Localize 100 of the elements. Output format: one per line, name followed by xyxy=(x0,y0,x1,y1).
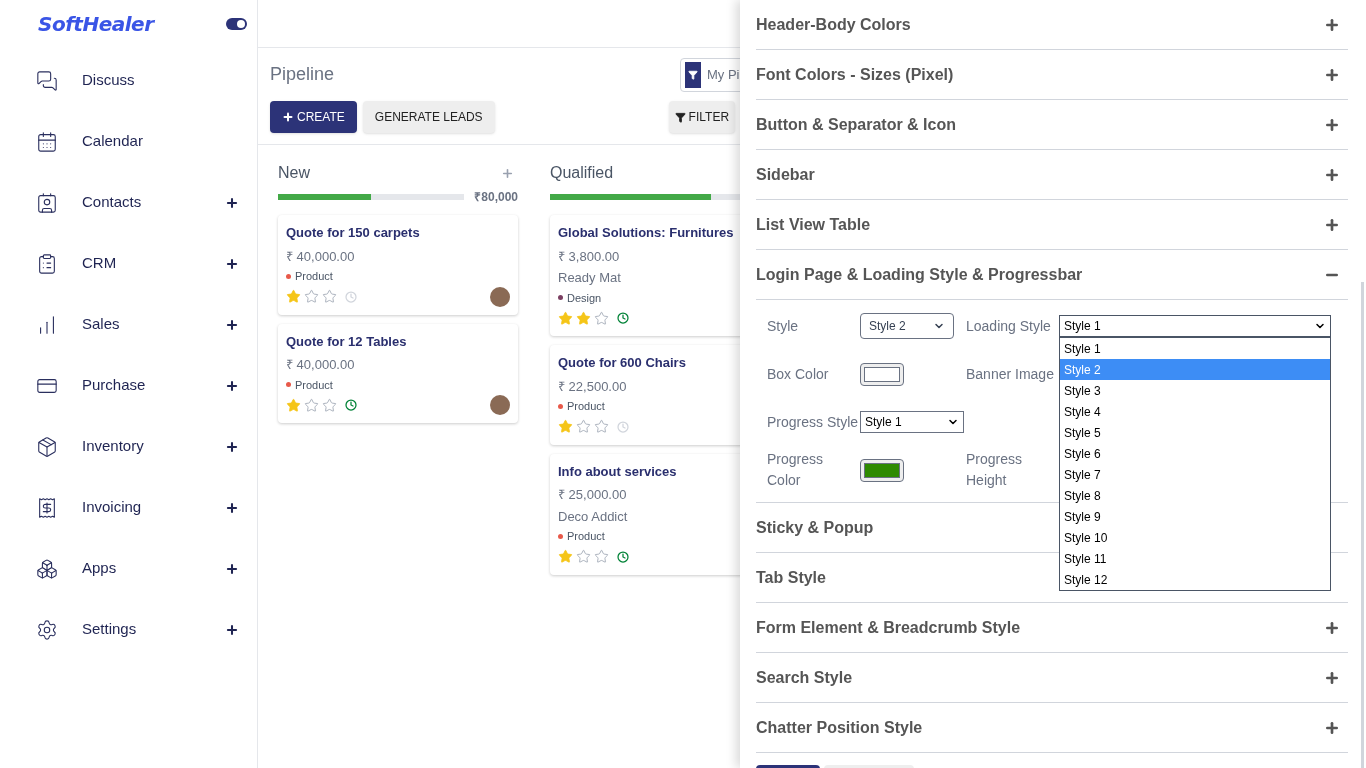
card-partner: Deco Addict xyxy=(558,507,629,526)
card-partner: Ready Mat xyxy=(558,269,622,287)
card-tag: Product xyxy=(295,376,333,393)
expand-icon[interactable] xyxy=(225,317,239,332)
scrollbar-thumb[interactable] xyxy=(1361,282,1364,768)
cubes-icon[interactable] xyxy=(36,557,58,580)
sidebar-item[interactable]: Purchase xyxy=(82,374,225,397)
dropdown-option[interactable]: Style 7 xyxy=(1060,464,1330,485)
card-title: Quote for 12 Tables xyxy=(286,332,408,351)
section-title[interactable]: List View Table xyxy=(756,212,871,237)
expand-icon[interactable] xyxy=(1324,66,1340,83)
expand-icon[interactable] xyxy=(1324,719,1340,736)
chat-bubbles-icon[interactable] xyxy=(36,69,58,92)
card-tag: Product xyxy=(567,398,605,415)
column-title: New xyxy=(278,163,310,183)
kanban-card[interactable]: Info about services ₹ 25,000.00 Deco Addict Product xyxy=(550,453,740,575)
dropdown-option[interactable]: Style 6 xyxy=(1060,443,1330,464)
field-label: Progress Style xyxy=(767,412,860,432)
expand-icon[interactable] xyxy=(1324,216,1340,233)
star-rating[interactable] xyxy=(558,310,609,326)
section-title[interactable]: Search Style xyxy=(756,665,853,690)
clipboard-icon[interactable] xyxy=(36,252,58,275)
expand-icon[interactable] xyxy=(1324,619,1340,636)
sidebar-item[interactable]: Contacts xyxy=(82,191,225,214)
clock-icon[interactable] xyxy=(617,550,629,563)
dropdown-option[interactable]: Style 9 xyxy=(1060,506,1330,527)
sidebar-item[interactable]: CRM xyxy=(82,252,225,275)
card-title: Global Solutions: Furnitures xyxy=(558,224,735,242)
color-swatch[interactable] xyxy=(860,362,904,386)
star-rating[interactable] xyxy=(558,419,609,434)
select-field[interactable]: Style 1 xyxy=(1059,315,1331,337)
box-icon[interactable] xyxy=(36,435,58,458)
dropdown-option[interactable]: Style 3 xyxy=(1060,380,1330,401)
section-title[interactable]: Form Element & Breadcrumb Style xyxy=(756,615,1021,640)
color-swatch[interactable] xyxy=(860,458,904,482)
section-title[interactable]: Sticky & Popup xyxy=(756,515,874,540)
kanban-card[interactable]: Global Solutions: Furnitures ₹ 3,800.00 Ready Mat Design xyxy=(550,215,740,336)
card-tag: Product xyxy=(295,268,333,285)
field-label: Loading Style xyxy=(966,316,1052,336)
sidebar-item[interactable]: Inventory xyxy=(82,435,225,458)
section-title[interactable]: Header-Body Colors xyxy=(756,12,911,37)
expand-icon[interactable] xyxy=(225,622,239,637)
dropdown-option[interactable]: Style 8 xyxy=(1060,485,1330,506)
field-label: Style xyxy=(767,316,800,336)
dropdown-option[interactable]: Style 1 xyxy=(1060,338,1330,359)
receipt-icon[interactable] xyxy=(36,496,58,519)
add-icon[interactable] xyxy=(501,166,514,180)
sidebar-item[interactable]: Apps xyxy=(82,557,225,580)
field-label: Progress Height xyxy=(966,450,1024,490)
kanban-card[interactable]: Quote for 12 Tables ₹ 40,000.00 Product xyxy=(278,323,518,423)
expand-icon[interactable] xyxy=(225,439,239,454)
card-amount: ₹ 40,000.00 xyxy=(286,247,356,266)
expand-icon[interactable] xyxy=(225,195,239,210)
star-rating[interactable] xyxy=(286,397,337,413)
card-tag: Design xyxy=(567,289,602,306)
dropdown-option[interactable]: Style 10 xyxy=(1060,527,1330,548)
card-title: Quote for 150 carpets xyxy=(286,224,421,242)
generate-leads-button[interactable]: GENERATE LEADS xyxy=(362,101,495,133)
dropdown-option[interactable]: Style 11 xyxy=(1060,548,1330,569)
select-field[interactable]: Style 1 xyxy=(860,411,964,433)
expand-icon[interactable] xyxy=(225,561,239,576)
dropdown-option[interactable]: Style 4 xyxy=(1060,401,1330,422)
settings-icon[interactable] xyxy=(36,618,58,641)
expand-icon[interactable] xyxy=(1324,16,1340,33)
sidebar-item[interactable]: Calendar xyxy=(82,130,239,153)
card-amount: ₹ 22,500.00 xyxy=(558,377,628,396)
star-rating[interactable] xyxy=(558,549,609,564)
star-rating[interactable] xyxy=(286,289,337,304)
sidebar-item[interactable]: Sales xyxy=(82,313,225,336)
create-button[interactable]: CREATE xyxy=(270,101,357,133)
expand-icon[interactable] xyxy=(1324,166,1340,183)
section-title[interactable]: Login Page & Loading Style & Progressbar xyxy=(756,262,1083,287)
card-title: Quote for 600 Chairs xyxy=(558,354,687,372)
expand-icon[interactable] xyxy=(225,256,239,271)
filters-button[interactable]: FILTER xyxy=(668,101,736,133)
toggle-switch[interactable] xyxy=(226,18,247,30)
calendar-icon[interactable] xyxy=(36,130,58,153)
field-label: Banner Image xyxy=(966,364,1055,384)
dropdown-option[interactable]: Style 5 xyxy=(1060,422,1330,443)
section-title[interactable]: Tab Style xyxy=(756,565,826,590)
brand-logo: SoftHealer xyxy=(38,11,154,38)
filter-icon xyxy=(674,111,686,123)
expand-icon[interactable] xyxy=(1324,116,1340,133)
section-title[interactable]: Sidebar xyxy=(756,162,815,187)
contact-card-icon[interactable] xyxy=(36,191,58,214)
expand-icon[interactable] xyxy=(225,378,239,393)
dropdown-option[interactable]: Style 12 xyxy=(1060,569,1330,590)
kanban-card[interactable]: Quote for 600 Chairs ₹ 22,500.00 Product xyxy=(550,345,740,445)
clock-icon[interactable] xyxy=(617,312,629,324)
expand-icon[interactable] xyxy=(225,500,239,515)
kanban-card[interactable]: Quote for 150 carpets ₹ 40,000.00 Product xyxy=(278,215,518,315)
select-field[interactable]: Style 2 xyxy=(860,313,954,339)
sidebar-item[interactable]: Discuss xyxy=(82,69,239,92)
section-title[interactable]: Font Colors - Sizes (Pixel) xyxy=(756,62,954,87)
expand-icon[interactable] xyxy=(1324,669,1340,686)
sidebar-item[interactable]: Settings xyxy=(82,618,225,641)
section-title[interactable]: Chatter Position Style xyxy=(756,715,923,740)
sidebar-item[interactable]: Invoicing xyxy=(82,496,225,519)
clock-icon[interactable] xyxy=(345,399,357,411)
section-title[interactable]: Button & Separator & Icon xyxy=(756,112,956,137)
